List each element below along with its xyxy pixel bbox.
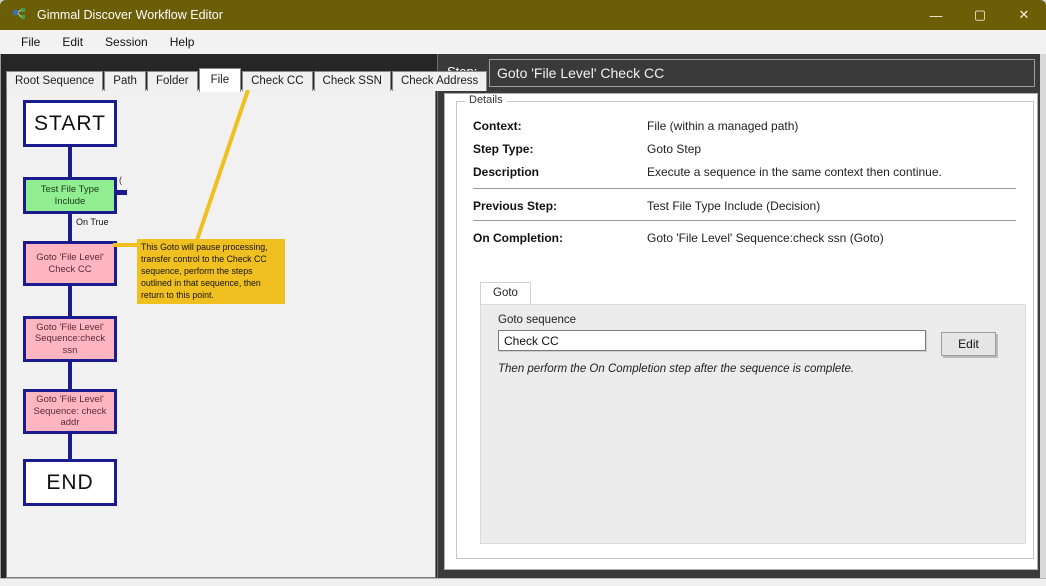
detail-value-context: File (within a managed path): [647, 119, 798, 133]
sequence-tabstrip: Root Sequence Path Folder File Check CC …: [6, 67, 488, 91]
menu-file[interactable]: File: [10, 32, 51, 52]
detail-value-previous-step: Test File Type Include (Decision): [647, 199, 820, 213]
menu-help[interactable]: Help: [159, 32, 206, 52]
app-window: Gimmal Discover Workflow Editor — ▢ ✕ Fi…: [0, 0, 1046, 586]
tab-check-address[interactable]: Check Address: [392, 71, 487, 91]
goto-tab-page: Goto sequence Edit Then perform the On C…: [480, 304, 1026, 544]
node-end[interactable]: END: [23, 459, 117, 506]
edge-label-on-true: On True: [76, 217, 109, 227]
detail-value-step-type: Goto Step: [647, 142, 701, 156]
details-groupbox: Details Context: File (within a managed …: [456, 101, 1034, 559]
connector: [68, 286, 72, 316]
detail-label-previous-step: Previous Step:: [473, 199, 557, 213]
minimize-button[interactable]: —: [914, 0, 958, 30]
tab-folder[interactable]: Folder: [147, 71, 198, 91]
maximize-button[interactable]: ▢: [958, 0, 1002, 30]
goto-sequence-label: Goto sequence: [498, 314, 576, 326]
goto-sequence-input[interactable]: [498, 330, 926, 351]
close-button[interactable]: ✕: [1002, 0, 1046, 30]
detail-label-on-completion: On Completion:: [473, 231, 563, 245]
menu-edit[interactable]: Edit: [51, 32, 94, 52]
detail-value-on-completion: Goto 'File Level' Sequence:check ssn (Go…: [647, 231, 884, 245]
node-start[interactable]: START: [23, 100, 117, 147]
window-bottom-border: [0, 578, 1046, 586]
menu-bar: File Edit Session Help: [0, 30, 1046, 54]
details-separator: [473, 188, 1016, 192]
tab-check-ssn[interactable]: Check SSN: [314, 71, 391, 91]
clipped-branch-label: (: [119, 175, 122, 185]
window-controls: — ▢ ✕: [914, 0, 1046, 30]
step-content-panel: Details Context: File (within a managed …: [444, 93, 1038, 570]
node-goto-check-addr[interactable]: Goto 'File Level' Sequence: check addr: [23, 389, 117, 434]
detail-value-description: Execute a sequence in the same context t…: [647, 165, 942, 179]
details-legend: Details: [465, 94, 507, 106]
on-completion-note: Then perform the On Completion step afte…: [498, 363, 854, 375]
step-detail-region: Step: Goto 'File Level' Check CC Details…: [438, 54, 1040, 578]
step-title-box: Goto 'File Level' Check CC: [489, 59, 1035, 87]
tab-check-cc[interactable]: Check CC: [242, 71, 312, 91]
node-test-file-type[interactable]: Test File Type Include: [23, 177, 117, 214]
detail-label-step-type: Step Type:: [473, 142, 533, 156]
sequence-editor-panel: Root Sequence Path Folder File Check CC …: [6, 60, 436, 578]
menu-session[interactable]: Session: [94, 32, 159, 52]
tab-goto[interactable]: Goto: [480, 282, 531, 304]
connector: [68, 147, 72, 177]
window-right-border: [1040, 54, 1046, 578]
app-icon: [12, 7, 28, 23]
tab-path[interactable]: Path: [104, 71, 146, 91]
connector: [68, 214, 72, 241]
detail-label-description: Description: [473, 165, 539, 179]
connector: [68, 434, 72, 459]
title-bar: Gimmal Discover Workflow Editor — ▢ ✕: [0, 0, 1046, 30]
tab-root-sequence[interactable]: Root Sequence: [6, 71, 103, 91]
edit-button[interactable]: Edit: [941, 332, 996, 356]
detail-label-context: Context:: [473, 119, 522, 133]
details-separator: [473, 220, 1016, 224]
window-title: Gimmal Discover Workflow Editor: [37, 8, 223, 22]
annotation-tooltip: This Goto will pause processing, transfe…: [137, 239, 285, 304]
clipped-branch-connector: [117, 190, 127, 195]
connector: [68, 362, 72, 389]
node-goto-check-cc[interactable]: Goto 'File Level' Check CC: [23, 241, 117, 286]
tab-file[interactable]: File: [199, 68, 242, 92]
node-goto-check-ssn[interactable]: Goto 'File Level' Sequence:check ssn: [23, 316, 117, 362]
step-title: Goto 'File Level' Check CC: [497, 65, 664, 81]
flowchart-canvas: ( START Test File Type Include On True G…: [6, 89, 436, 578]
